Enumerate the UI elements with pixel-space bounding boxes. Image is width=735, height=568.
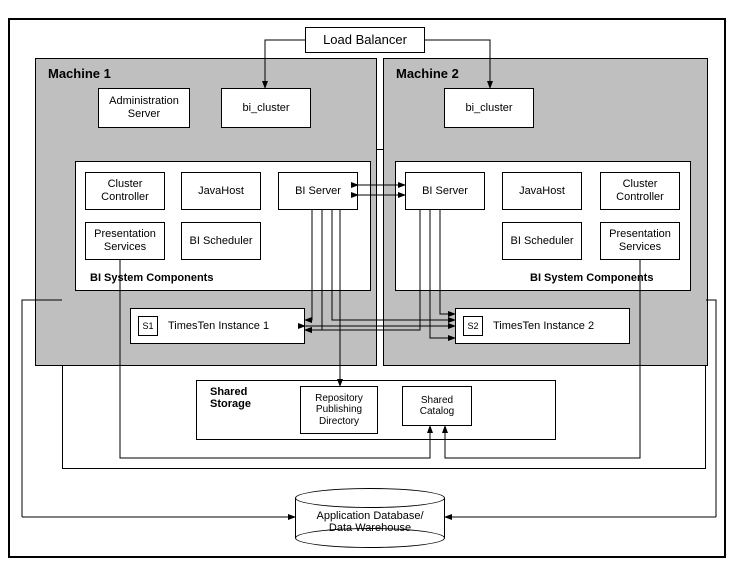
machine-1-title: Machine 1 xyxy=(48,66,111,81)
tt2-label: TimesTen Instance 2 xyxy=(493,320,594,332)
cluster-ctrl-1: Cluster Controller xyxy=(85,172,165,210)
bi-server-1: BI Server xyxy=(278,172,358,210)
db-top xyxy=(295,488,445,508)
db-label: Application Database/ Data Warehouse xyxy=(310,510,430,534)
javahost-2: JavaHost xyxy=(502,172,582,210)
s2: S2 xyxy=(463,316,483,336)
bi-scheduler-2: BI Scheduler xyxy=(502,222,582,260)
bi-server-2: BI Server xyxy=(405,172,485,210)
s1: S1 xyxy=(138,316,158,336)
sys-comp-1-title: BI System Components xyxy=(90,272,213,284)
machine-2-title: Machine 2 xyxy=(396,66,459,81)
presentation-2: Presentation Services xyxy=(600,222,680,260)
cluster-ctrl-2: Cluster Controller xyxy=(600,172,680,210)
tt1-label: TimesTen Instance 1 xyxy=(168,320,269,332)
bi-scheduler-1: BI Scheduler xyxy=(181,222,261,260)
shared-catalog: Shared Catalog xyxy=(402,386,472,426)
load-balancer: Load Balancer xyxy=(305,27,425,53)
repo-dir: Repository Publishing Directory xyxy=(300,386,378,434)
bi-cluster-1: bi_cluster xyxy=(221,88,311,128)
javahost-1: JavaHost xyxy=(181,172,261,210)
sys-comp-2-title: BI System Components xyxy=(530,272,653,284)
admin-server: Administration Server xyxy=(98,88,190,128)
shared-storage-title: Shared Storage xyxy=(210,386,251,410)
presentation-1: Presentation Services xyxy=(85,222,165,260)
bi-cluster-2: bi_cluster xyxy=(444,88,534,128)
